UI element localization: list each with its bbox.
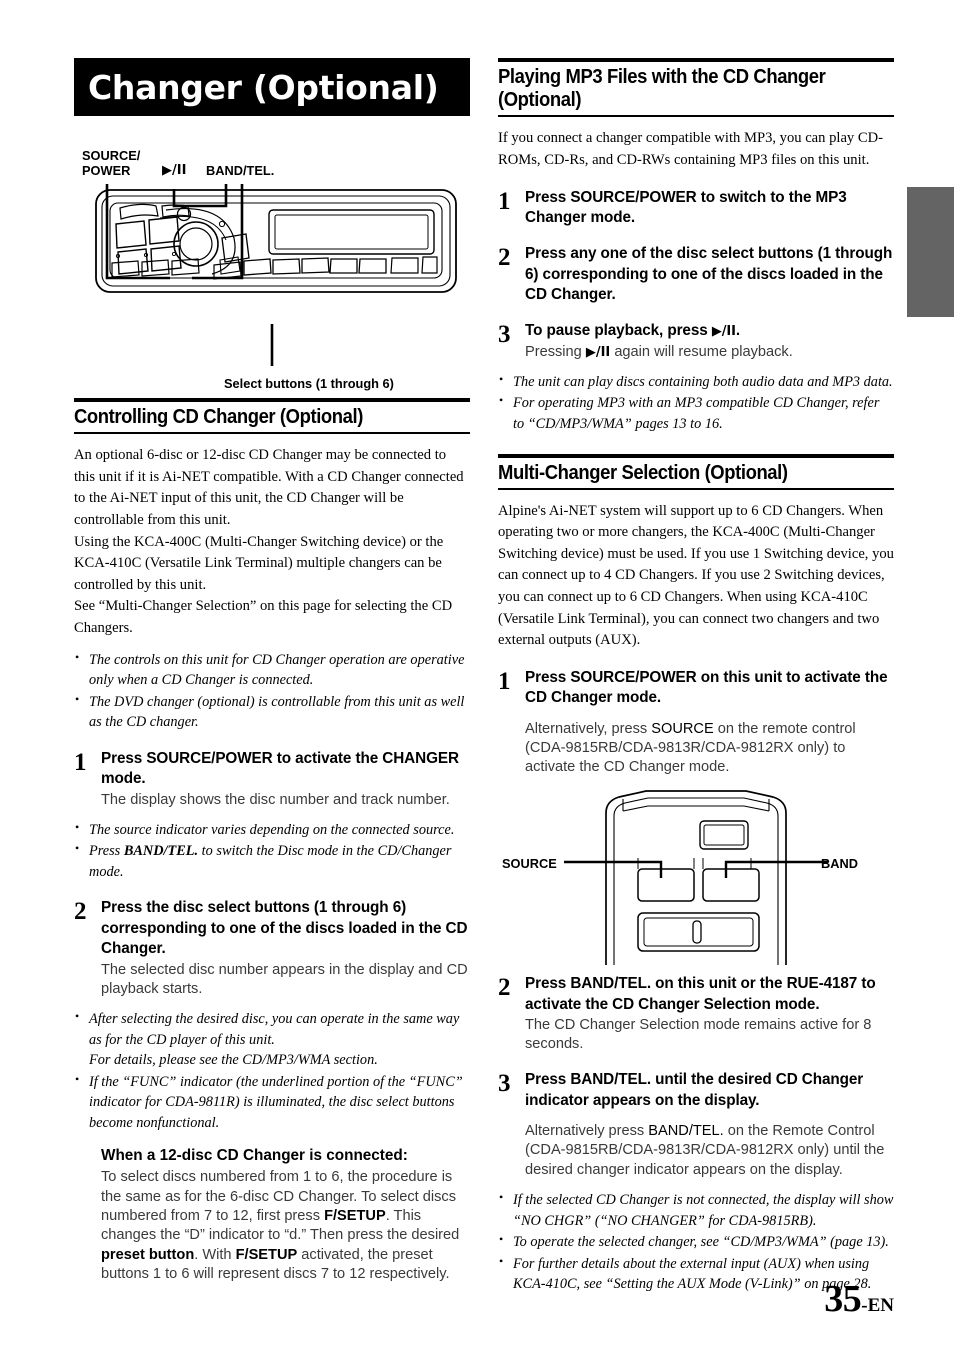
step-body: Press SOURCE/POWER to activate the CHANG… [101, 749, 470, 810]
page-title-banner: Changer (Optional) [74, 58, 470, 116]
note-list: The controls on this unit for CD Changer… [74, 648, 470, 733]
note-list: After selecting the desired disc, you ca… [74, 1008, 470, 1134]
button-name: SOURCE/POWER [570, 668, 697, 686]
step-number: 3 [498, 321, 511, 349]
step: 3 Press BAND/TEL. until the desired CD C… [498, 1070, 894, 1179]
step: 1 Press SOURCE/POWER on this unit to act… [498, 668, 894, 777]
paragraph: An optional 6-disc or 12-disc CD Changer… [74, 447, 464, 528]
step-title: Press SOURCE/POWER on this unit to activ… [525, 668, 888, 707]
left-column: Changer (Optional) SOURCE/POWER ▶/II BAN… [74, 58, 470, 1285]
step-title: To pause playback, press ▶/II. [525, 322, 740, 340]
step-number: 2 [498, 974, 511, 1002]
step-title: Press SOURCE/POWER to activate the CHANG… [101, 749, 459, 788]
step: 3 To pause playback, press ▶/II. Pressin… [498, 321, 894, 362]
step-description: The display shows the disc number and tr… [101, 791, 450, 808]
button-name: BAND/TEL. [570, 975, 652, 993]
sub-block-text: To select discs numbered from 1 to 6, th… [101, 1169, 460, 1283]
step-number: 2 [74, 898, 87, 926]
step-title: Press any one of the disc select buttons… [525, 245, 893, 303]
step-body: To pause playback, press ▶/II. Pressing … [525, 321, 894, 362]
step-description: Pressing ▶/II again will resume playback… [525, 343, 793, 360]
note-list: The unit can play discs containing both … [498, 371, 894, 435]
step-body: Press any one of the disc select buttons… [525, 244, 894, 305]
page-number-value: 35 [824, 1278, 862, 1320]
step-body: Press BAND/TEL. until the desired CD Cha… [525, 1070, 894, 1179]
list-item: For operating MP3 with an MP3 compatible… [498, 392, 894, 434]
list-item: The controls on this unit for CD Changer… [74, 648, 470, 691]
step-number: 1 [498, 187, 511, 215]
list-item: The source indicator varies depending on… [74, 819, 470, 841]
step-body: Press BAND/TEL. on this unit or the RUE-… [525, 974, 894, 1054]
list-item: If the selected CD Changer is not connec… [498, 1189, 894, 1231]
callout-band-tel: BAND/TEL. [206, 163, 275, 178]
step: 2 Press any one of the disc select butto… [498, 244, 894, 305]
play-pause-icon: ▶/II [585, 344, 611, 360]
page-title: Changer (Optional) [88, 67, 439, 107]
callout-source-power: SOURCE/POWER [82, 148, 141, 179]
chapter-edge-tab [907, 187, 954, 317]
paragraph: See “Multi-Changer Selection” on this pa… [74, 598, 453, 636]
callout-remote-band: BAND [821, 856, 858, 872]
button-name: BAND/TEL. [648, 1123, 724, 1140]
step-body: Press the disc select buttons (1 through… [101, 898, 470, 999]
button-name: F/SETUP [324, 1207, 386, 1224]
right-column: Playing MP3 Files with the CD Changer (O… [498, 58, 894, 1296]
button-name: select buttons (1 through 6) [207, 899, 407, 917]
button-name: SOURCE [651, 720, 714, 737]
step-title: Press BAND/TEL. until the desired CD Cha… [525, 1071, 864, 1109]
remote-control-diagram: SOURCE BAND [498, 785, 894, 970]
step-title: Press BAND/TEL. on this unit or the RUE-… [525, 975, 876, 1013]
list-item: The unit can play discs containing both … [498, 371, 894, 393]
paragraph: Alpine's Ai-NET system will support up t… [498, 502, 894, 649]
list-item: The DVD changer (optional) is controllab… [74, 691, 470, 733]
button-name: F/SETUP [235, 1246, 298, 1263]
button-name: BAND/TEL. [570, 1071, 652, 1089]
paragraph: Using the KCA-400C (Multi-Changer Switch… [74, 533, 444, 593]
heading-multi-changer-selection: Multi-Changer Selection (Optional) [498, 453, 894, 490]
page-number-suffix: -EN [861, 1295, 894, 1316]
callout-play-pause: ▶/II [162, 163, 187, 178]
list-item: If the “FUNC” indicator (the underlined … [74, 1071, 470, 1134]
step-description: Alternatively, press SOURCE on the remot… [525, 720, 856, 776]
step-number: 3 [498, 1070, 511, 1098]
button-name: preset button [101, 1246, 195, 1263]
step-description: The CD Changer Selection mode remains ac… [525, 1016, 872, 1053]
heading-controlling-cd-changer: Controlling CD Changer (Optional) [74, 398, 470, 435]
step-title: Press the disc select buttons (1 through… [101, 899, 468, 958]
step: 1 Press SOURCE/POWER to activate the CHA… [74, 749, 470, 810]
step-body: Press SOURCE/POWER to switch to the MP3 … [525, 188, 894, 229]
list-item: Press BAND/TEL. to switch the Disc mode … [74, 840, 470, 882]
paragraph: If you connect a changer compatible with… [498, 130, 884, 168]
step-title: Press SOURCE/POWER to switch to the MP3 … [525, 188, 847, 226]
heading-playing-mp3-files: Playing MP3 Files with the CD Changer (O… [498, 58, 894, 118]
step-number: 1 [498, 667, 511, 695]
step: 1 Press SOURCE/POWER to switch to the MP… [498, 188, 894, 229]
button-name: SOURCE/POWER [570, 188, 697, 206]
sub-block-title: When a 12-disc CD Changer is connected: [101, 1147, 408, 1165]
callout-select-buttons: Select buttons (1 through 6) [224, 376, 394, 391]
button-name: SOURCE/POWER [146, 749, 273, 767]
step-body: Press SOURCE/POWER on this unit to activ… [525, 668, 894, 777]
sub-block-12-disc: When a 12-disc CD Changer is connected: … [101, 1146, 470, 1284]
step-description: The selected disc number appears in the … [101, 961, 468, 997]
callout-remote-source: SOURCE [502, 856, 557, 872]
step-description: Alternatively press BAND/TEL. on the Rem… [525, 1123, 885, 1178]
list-item: After selecting the desired disc, you ca… [74, 1008, 470, 1071]
list-item: To operate the selected changer, see “CD… [498, 1231, 894, 1253]
head-unit-diagram: SOURCE/POWER ▶/II BAND/TEL. Select butto… [74, 126, 470, 398]
note-list: The source indicator varies depending on… [74, 819, 470, 883]
step-number: 1 [74, 748, 87, 776]
step: 2 Press BAND/TEL. on this unit or the RU… [498, 974, 894, 1054]
step: 2 Press the disc select buttons (1 throu… [74, 898, 470, 999]
step-number: 2 [498, 244, 511, 272]
page-number: 35-EN [824, 1277, 894, 1321]
play-pause-icon: ▶/II [711, 324, 736, 340]
manual-page: Changer (Optional) SOURCE/POWER ▶/II BAN… [0, 0, 954, 1346]
remote-illustration [564, 790, 828, 966]
